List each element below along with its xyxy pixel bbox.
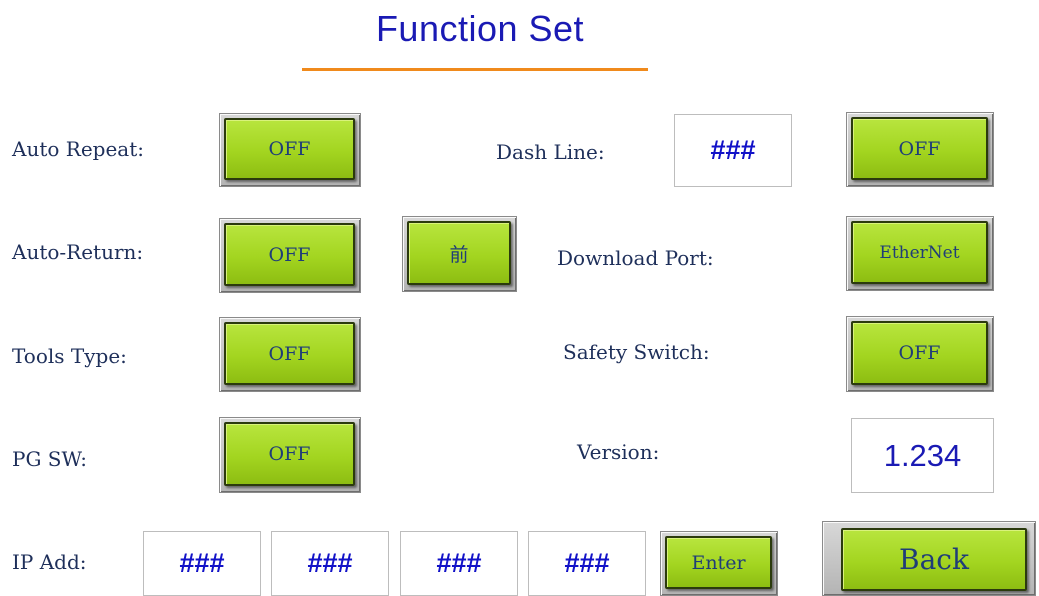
- tools-type-label: Tools Type:: [12, 344, 127, 368]
- auto-repeat-toggle[interactable]: OFF: [219, 113, 361, 187]
- dash-line-field[interactable]: ###: [674, 114, 792, 187]
- ip-octet-1-field[interactable]: ###: [143, 531, 261, 596]
- page-title: Function Set: [375, 8, 585, 49]
- enter-button[interactable]: Enter: [660, 531, 778, 596]
- auto-return-toggle-face: OFF: [224, 223, 355, 286]
- pg-sw-toggle[interactable]: OFF: [219, 417, 361, 493]
- front-button[interactable]: 前: [402, 216, 517, 292]
- download-port-toggle[interactable]: EtherNet: [846, 216, 994, 291]
- front-button-face: 前: [407, 221, 511, 285]
- pg-sw-label: PG SW:: [12, 447, 88, 471]
- ip-octet-4-field[interactable]: ###: [528, 531, 646, 596]
- download-port-label: Download Port:: [557, 246, 714, 270]
- dash-line-label: Dash Line:: [496, 140, 605, 164]
- version-display: 1.234: [851, 418, 994, 493]
- auto-repeat-toggle-face: OFF: [224, 118, 355, 180]
- pg-sw-toggle-face: OFF: [224, 422, 355, 486]
- back-button-face: Back: [841, 528, 1027, 591]
- dash-line-toggle[interactable]: OFF: [846, 112, 994, 187]
- tools-type-toggle-face: OFF: [224, 322, 355, 385]
- auto-repeat-label: Auto Repeat:: [12, 137, 144, 161]
- download-port-toggle-face: EtherNet: [851, 221, 988, 284]
- safety-switch-toggle[interactable]: OFF: [846, 316, 994, 392]
- enter-button-face: Enter: [665, 536, 772, 589]
- ip-octet-2-field[interactable]: ###: [271, 531, 389, 596]
- safety-switch-label: Safety Switch:: [563, 340, 710, 364]
- dash-line-toggle-face: OFF: [851, 117, 988, 180]
- safety-switch-toggle-face: OFF: [851, 321, 988, 385]
- version-label: Version:: [577, 440, 660, 464]
- ip-octet-3-field[interactable]: ###: [400, 531, 518, 596]
- ip-add-label: IP Add:: [12, 550, 87, 574]
- tools-type-toggle[interactable]: OFF: [219, 317, 361, 392]
- auto-return-toggle[interactable]: OFF: [219, 218, 361, 293]
- auto-return-label: Auto-Return:: [12, 240, 144, 264]
- title-underline: [302, 68, 648, 71]
- back-button[interactable]: Back: [822, 521, 1036, 596]
